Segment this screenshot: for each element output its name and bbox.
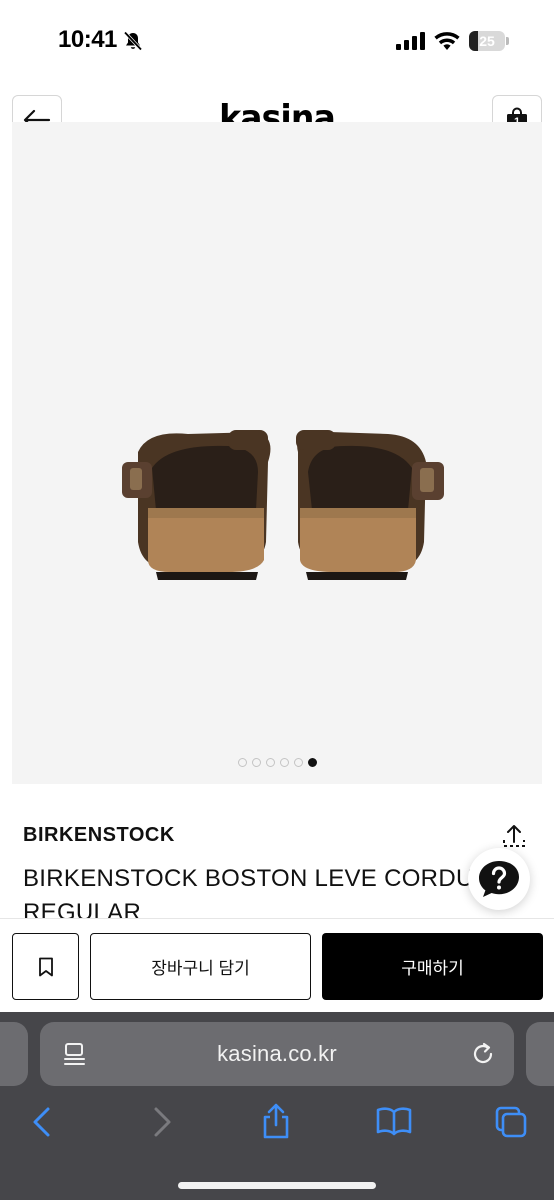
home-indicator — [178, 1182, 376, 1189]
carousel-dot[interactable] — [293, 758, 303, 767]
tabs-icon[interactable] — [494, 1105, 528, 1139]
battery-icon: 25 — [469, 31, 509, 51]
help-chat-button[interactable] — [468, 848, 530, 910]
reload-icon[interactable] — [470, 1041, 496, 1067]
status-time: 10:41 — [58, 26, 117, 53]
wifi-icon — [434, 32, 460, 50]
share-icon[interactable] — [260, 1102, 292, 1140]
product-name-line1: BIRKENSTOCK BOSTON LEVE CORDU — [23, 865, 474, 892]
wishlist-button[interactable] — [12, 933, 79, 1000]
bell-off-icon — [123, 31, 143, 51]
bookmark-icon — [38, 957, 53, 976]
battery-level: 25 — [479, 33, 495, 49]
url-text[interactable]: kasina.co.kr — [40, 1041, 514, 1067]
add-to-cart-button[interactable]: 장바구니 담기 — [90, 933, 311, 1000]
chevron-right-icon[interactable] — [150, 1106, 174, 1138]
address-bar[interactable]: kasina.co.kr — [40, 1022, 514, 1086]
carousel-dot[interactable] — [251, 758, 261, 767]
product-photo-sandals — [122, 430, 444, 580]
purchase-action-bar: 장바구니 담기 구매하기 — [0, 918, 554, 1012]
carousel-dot[interactable] — [279, 758, 289, 767]
previous-tab-preview[interactable] — [0, 1022, 28, 1086]
product-image-carousel[interactable] — [12, 122, 542, 784]
buy-now-button[interactable]: 구매하기 — [322, 933, 543, 1000]
share-icon[interactable] — [500, 822, 528, 850]
next-tab-preview[interactable] — [526, 1022, 554, 1086]
carousel-dot[interactable] — [307, 758, 317, 767]
product-brand[interactable]: BIRKENSTOCK — [23, 824, 175, 847]
browser-toolbar: kasina.co.kr — [0, 1012, 554, 1200]
bookmarks-icon[interactable] — [376, 1106, 412, 1136]
question-bubble-icon — [479, 861, 519, 897]
status-bar: 10:41 25 — [0, 0, 554, 80]
chevron-left-icon[interactable] — [30, 1106, 54, 1138]
carousel-dot[interactable] — [265, 758, 275, 767]
signal-icon — [396, 32, 425, 50]
carousel-dots[interactable] — [12, 758, 542, 767]
carousel-dot[interactable] — [237, 758, 247, 767]
